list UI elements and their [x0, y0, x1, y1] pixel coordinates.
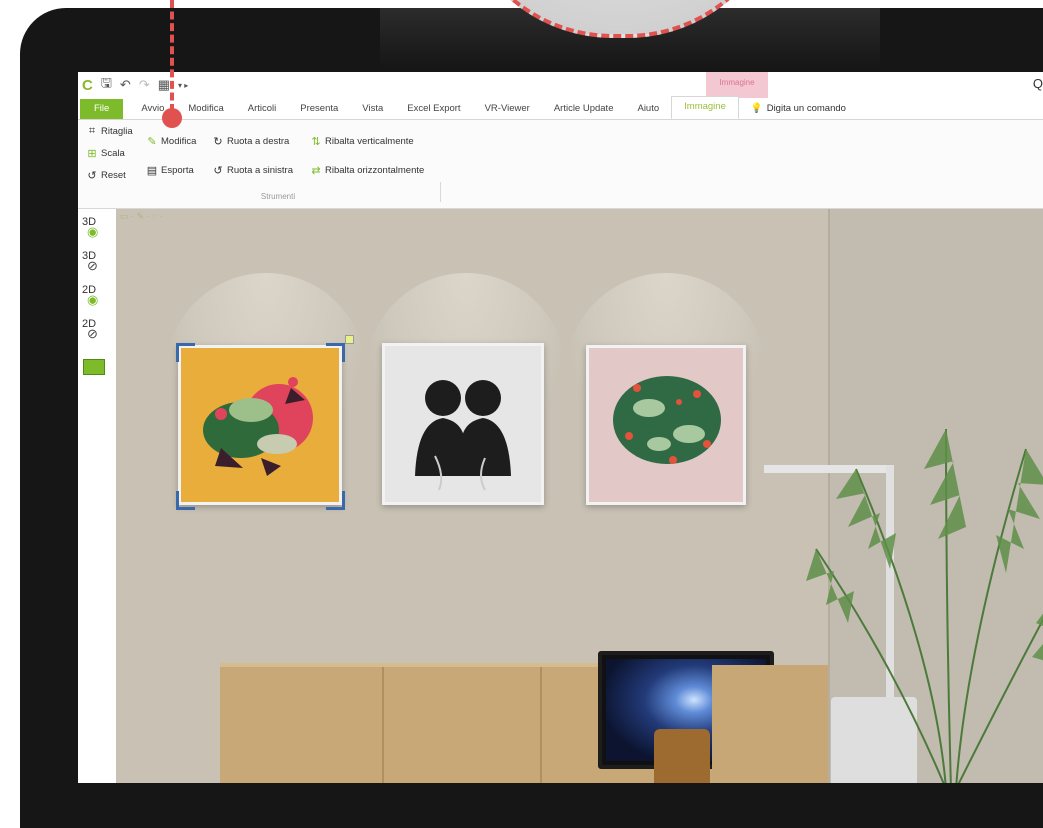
selection-corner[interactable] [326, 343, 345, 362]
view-2d-hidden[interactable]: 2D ⊘ [82, 319, 108, 341]
sideboard-divider [540, 667, 542, 783]
rotate-left-label: Ruota a sinistra [227, 165, 294, 176]
ribbon-column-flip: ⇅ Ribalta verticalmente ⇄ Ribalta orizzont… [310, 134, 424, 178]
view-2d-visible[interactable]: 2D ◉ [82, 285, 108, 307]
print-icon[interactable]: ▦ [158, 77, 170, 93]
eye-off-icon: ⊘ [87, 326, 98, 341]
search-icon[interactable]: Q [1033, 76, 1043, 91]
context-tab-header: Immagine [706, 72, 768, 98]
tab-excel-export[interactable]: Excel Export [395, 99, 472, 119]
ribbon-group-label: Strumenti [260, 192, 296, 201]
ribbon-panel: ⌗ Ritaglia ⊞ Scala ↺ Reset ✎ Modifica ▤ Espor… [78, 120, 1043, 209]
command-search[interactable]: 💡 Digita un comando [739, 99, 858, 119]
view-panel: 3D ◉ 3D ⊘ 2D ◉ 2D ⊘ [78, 209, 117, 783]
scale-button[interactable]: ⊞ Scala [86, 146, 133, 161]
tab-vr-viewer[interactable]: VR-Viewer [473, 99, 542, 119]
3d-viewport[interactable]: ▭ · ✎ · ◌ · [116, 209, 1043, 783]
tab-modifica[interactable]: Modifica [176, 99, 235, 119]
callout-pointer-dot [162, 108, 182, 128]
tab-file[interactable]: File [80, 99, 124, 119]
ribbon-column-rotate: ↻ Ruota a destra ↺ Ruota a sinistra [212, 134, 293, 178]
view-3d-hidden[interactable]: 3D ⊘ [82, 251, 108, 273]
save-icon[interactable]: 🖫 [101, 74, 112, 96]
app-logo-icon: C [82, 76, 93, 94]
reset-icon: ↺ [87, 170, 97, 182]
export-icon: ▤ [146, 165, 158, 177]
tab-aiuto[interactable]: Aiuto [625, 99, 671, 119]
export-label: Esporta [161, 165, 194, 176]
tab-presenta[interactable]: Presenta [288, 99, 350, 119]
viewport-tool-icons[interactable]: ▭ · ✎ · ◌ · [120, 211, 163, 222]
pencil-icon: ✎ [147, 136, 157, 148]
ribbon-tabs: File Avvio Modifica Articoli Presenta Vi… [78, 96, 1043, 120]
artwork-abstract-pink-image [613, 376, 721, 464]
selection-corner[interactable] [176, 491, 195, 510]
scale-label: Scala [101, 148, 125, 159]
selection-corner[interactable] [326, 491, 345, 510]
flip-vertical-icon: ⇅ [311, 136, 321, 148]
view-3d-visible[interactable]: 3D ◉ [82, 217, 108, 239]
crop-icon: ⌗ [88, 125, 96, 137]
tab-immagine[interactable]: Immagine [671, 96, 739, 119]
image-layer-icon[interactable] [83, 359, 105, 375]
undo-icon[interactable]: ↶ [120, 77, 131, 93]
artwork-abstract-pink[interactable] [586, 345, 746, 505]
edit-button[interactable]: ✎ Modifica [146, 134, 196, 149]
quick-access-toolbar: C 🖫 ↶ ↷ ▦ ▾ ▸ [78, 72, 1043, 98]
rotate-right-button[interactable]: ↻ Ruota a destra [212, 134, 293, 149]
artwork-silhouettes[interactable] [382, 343, 544, 505]
tab-articoli[interactable]: Articoli [236, 99, 289, 119]
redo-icon[interactable]: ↷ [139, 77, 150, 93]
chair [654, 729, 710, 783]
artwork-abstract-yellow-image [203, 377, 313, 476]
lightbulb-icon: 💡 [750, 103, 763, 114]
crop-button[interactable]: ⌗ Ritaglia [86, 124, 133, 139]
flip-horizontal-icon: ⇄ [311, 165, 321, 177]
ribbon-column-crop: ⌗ Ritaglia ⊞ Scala ↺ Reset [86, 124, 133, 183]
tab-article-update[interactable]: Article Update [542, 99, 626, 119]
eye-icon: ◉ [87, 224, 99, 239]
callout-pointer-line [170, 0, 174, 112]
scale-icon: ⊞ [87, 148, 97, 160]
rotate-right-icon: ↻ [213, 136, 223, 148]
flip-horizontal-label: Ribalta orizzontalmente [325, 165, 425, 176]
edit-label: Modifica [161, 136, 197, 147]
tab-vista[interactable]: Vista [350, 99, 395, 119]
command-search-placeholder: Digita un comando [766, 103, 846, 114]
flip-vertical-label: Ribalta verticalmente [325, 136, 414, 147]
application-window: C 🖫 ↶ ↷ ▦ ▾ ▸ Immagine Q File Avvio Modi… [78, 72, 1043, 783]
reset-label: Reset [101, 170, 126, 181]
eye-off-icon: ⊘ [87, 258, 98, 273]
rotate-left-button[interactable]: ↺ Ruota a sinistra [212, 163, 293, 178]
sideboard-divider [382, 667, 384, 783]
rotation-handle[interactable] [345, 335, 354, 344]
eye-icon: ◉ [87, 292, 99, 307]
rotate-left-icon: ↺ [213, 165, 223, 177]
crop-label: Ritaglia [101, 126, 133, 137]
flip-vertical-button[interactable]: ⇅ Ribalta verticalmente [310, 134, 424, 149]
ribbon-group-separator [440, 182, 441, 202]
flip-horizontal-button[interactable]: ⇄ Ribalta orizzontalmente [310, 163, 424, 178]
customize-toolbar-icon[interactable]: ▾ ▸ [178, 81, 188, 90]
rotate-right-label: Ruota a destra [227, 136, 290, 147]
ribbon-column-edit: ✎ Modifica ▤ Esporta [146, 134, 197, 178]
selection-corner[interactable] [176, 343, 195, 362]
potted-plant [806, 428, 1043, 783]
reset-button[interactable]: ↺ Reset [86, 168, 133, 183]
artwork-abstract-yellow[interactable] [178, 345, 342, 505]
export-button[interactable]: ▤ Esporta [146, 163, 196, 178]
artwork-silhouettes-image [415, 380, 511, 491]
